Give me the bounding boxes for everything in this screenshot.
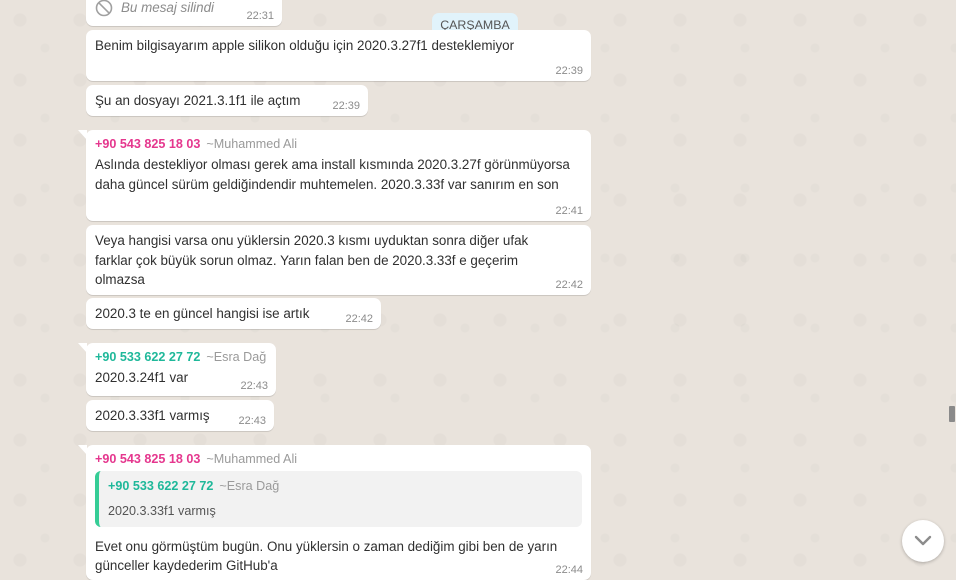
message-deleted[interactable]: Bu mesaj silindi 22:31 [86,0,282,26]
message-text: Benim bilgisayarım apple silikon olduğu … [95,38,515,53]
message-bubble[interactable]: +90 543 825 18 03 ~Muhammed Ali +90 533 6… [78,445,591,580]
scroll-to-bottom-button[interactable] [902,520,944,562]
sender-name: ~Esra Dağ [206,350,267,364]
quoted-sender-name: ~Esra Dağ [219,479,280,493]
message-bubble[interactable]: 2020.3.33f1 varmış 22:43 [86,400,274,431]
message-sender: +90 543 825 18 03 ~Muhammed Ali [95,451,582,467]
sender-phone[interactable]: +90 543 825 18 03 [95,137,200,151]
block-icon [95,0,113,17]
message-time: 22:39 [555,65,583,77]
message-time: 22:42 [345,313,373,325]
message-bubble[interactable]: Şu an dosyayı 2021.3.1f1 ile açtım 22:39 [86,85,368,116]
message-time: 22:31 [246,10,274,22]
quoted-text: 2020.3.33f1 varmış [108,503,216,518]
message-text: Aslında destekliyor olması gerek ama ins… [95,157,570,192]
quoted-message[interactable]: +90 533 622 27 72 ~Esra Dağ 2020.3.33f1 v… [95,471,582,527]
scrollbar-thumb[interactable] [949,406,955,422]
message-time: 22:39 [332,100,360,112]
message-text: Şu an dosyayı 2021.3.1f1 ile açtım [95,93,301,108]
message-sender: +90 543 825 18 03 ~Muhammed Ali [95,136,582,152]
message-time: 22:44 [555,564,583,576]
chevron-down-icon [914,535,932,546]
message-time: 22:42 [555,279,583,291]
message-time: 22:43 [240,380,268,392]
message-bubble[interactable]: +90 533 622 27 72 ~Esra Dağ 2020.3.24f1 v… [78,343,276,396]
message-text: 2020.3 te en güncel hangisi ise artık [95,306,310,321]
sender-name: ~Muhammed Ali [206,452,298,466]
sender-phone[interactable]: +90 543 825 18 03 [95,452,200,466]
sender-name: ~Muhammed Ali [206,137,298,151]
message-text: Veya hangisi varsa onu yüklersin 2020.3 … [95,233,529,287]
message-text: Evet onu görmüştüm bugün. Onu yüklersin … [95,538,558,574]
deleted-message-label: Bu mesaj silindi [121,0,215,15]
sender-phone[interactable]: +90 533 622 27 72 [95,350,200,364]
message-time: 22:43 [238,415,266,427]
message-sender: +90 533 622 27 72 ~Esra Dağ [95,349,267,365]
message-bubble[interactable]: +90 543 825 18 03 ~Muhammed Ali Aslında d… [78,130,591,221]
message-bubble[interactable]: Veya hangisi varsa onu yüklersin 2020.3 … [86,225,591,295]
quoted-sender-phone: +90 533 622 27 72 [108,479,214,493]
message-bubble[interactable]: Benim bilgisayarım apple silikon olduğu … [86,30,591,81]
message-bubble[interactable]: 2020.3 te en güncel hangisi ise artık 22… [86,298,381,329]
message-time: 22:41 [555,205,583,217]
